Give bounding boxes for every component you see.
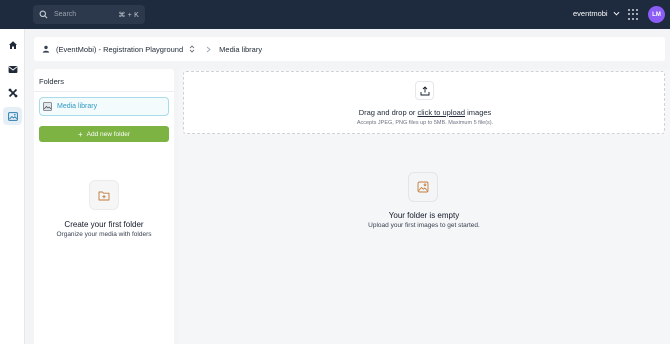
breadcrumb: (EventMobi) - Registration Playground Me… — [34, 37, 665, 61]
chevron-right-icon — [206, 46, 211, 53]
dropzone-title: Drag and drop or click to upload images — [184, 108, 666, 117]
chevron-up-down-icon[interactable] — [189, 45, 195, 53]
upload-icon — [415, 81, 434, 100]
dropzone-hint: Accepts JPEG, PNG files up to 5MB. Maxim… — [356, 120, 494, 126]
app-grid-icon[interactable] — [628, 9, 639, 20]
empty-folders-subtitle: Organize your media with folders — [56, 231, 152, 238]
breadcrumb-event[interactable]: (EventMobi) - Registration Playground — [56, 45, 183, 54]
upload-dropzone[interactable]: Drag and drop or click to upload images … — [183, 71, 665, 134]
add-folder-button[interactable]: + Add new folder — [39, 126, 169, 142]
side-rail — [0, 29, 25, 344]
search-shortcut: ⌘ + K — [118, 11, 139, 19]
org-switcher[interactable]: eventmobi — [573, 9, 620, 18]
search-bar[interactable]: Search ⌘ + K — [33, 5, 145, 24]
click-to-upload-link[interactable]: click to upload — [418, 108, 466, 117]
rail-item-inbox[interactable] — [3, 60, 22, 78]
tools-icon — [8, 88, 18, 98]
image-icon — [7, 111, 18, 121]
image-icon — [43, 102, 52, 111]
top-bar: Search ⌘ + K eventmobi LM — [0, 0, 670, 29]
rail-item-home[interactable] — [3, 36, 22, 54]
folders-panel: Folders Media library + Add new folder C… — [34, 69, 174, 344]
divider — [34, 91, 174, 92]
folder-plus-icon — [89, 180, 119, 210]
dropzone-text-before: Drag and drop or — [358, 108, 418, 117]
rail-item-tools[interactable] — [3, 84, 22, 102]
dropzone-text-after: images — [465, 108, 492, 117]
image-placeholder-icon — [408, 172, 438, 202]
home-icon — [8, 40, 18, 50]
plus-icon: + — [77, 129, 83, 139]
empty-media-title: Your folder is empty — [388, 211, 460, 220]
empty-folders-title: Create your first folder — [64, 220, 144, 229]
chevron-down-icon — [613, 11, 620, 16]
folder-item-media-library[interactable]: Media library — [39, 97, 169, 116]
inbox-icon — [8, 65, 18, 74]
rail-item-media[interactable] — [3, 107, 22, 125]
empty-media-subtitle: Upload your first images to get started. — [368, 222, 480, 229]
media-area: Drag and drop or click to upload images … — [178, 69, 670, 344]
folder-item-label: Media library — [57, 103, 98, 110]
avatar[interactable]: LM — [648, 6, 665, 23]
org-name: eventmobi — [573, 9, 608, 18]
add-folder-label: Add new folder — [86, 130, 131, 138]
folders-title: Folders — [39, 77, 65, 86]
search-icon — [39, 10, 48, 19]
search-placeholder: Search — [54, 11, 77, 18]
user-icon — [42, 45, 50, 53]
breadcrumb-current: Media library — [219, 44, 263, 54]
